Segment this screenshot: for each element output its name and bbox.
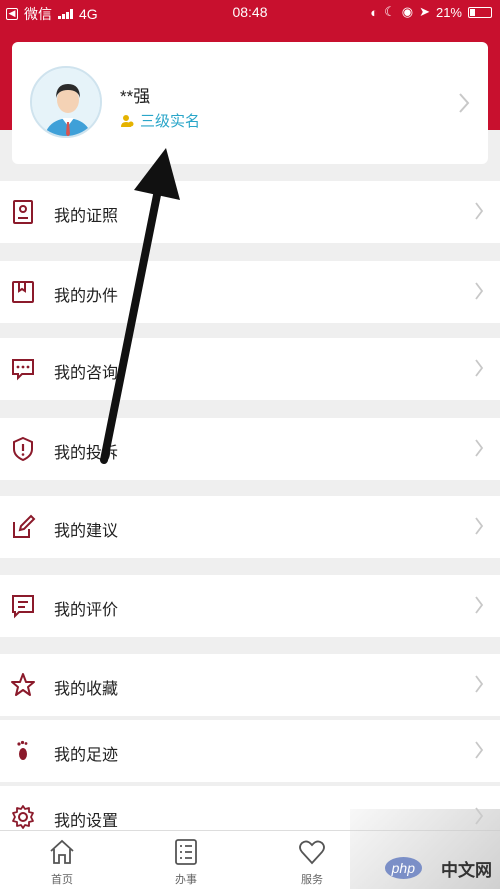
list-icon [175, 839, 197, 865]
menu-item-label: 我的足迹 [54, 747, 119, 764]
verify-level: 三级实名 [120, 110, 200, 131]
menu-item[interactable]: 我的投诉 [0, 418, 500, 480]
chevron-right-icon [475, 517, 484, 535]
tab-home-label: 首页 [51, 874, 73, 886]
avatar-person-icon [32, 68, 100, 136]
avatar[interactable] [30, 66, 102, 138]
menu-item-label: 我的投诉 [54, 445, 119, 462]
edit-icon [13, 514, 36, 538]
star-icon [11, 673, 35, 696]
chevron-right-icon [475, 202, 484, 220]
watermark-logo: php [384, 857, 422, 879]
tab-service[interactable]: 服务 [272, 837, 352, 887]
id-card-icon [13, 200, 33, 224]
menu-item-label: 我的证照 [54, 208, 119, 225]
comment-icon [12, 595, 34, 619]
battery-icon [468, 6, 492, 18]
user-verified-icon [121, 114, 134, 127]
menu-item-label: 我的收藏 [54, 681, 119, 698]
menu-item[interactable]: 我的办件 [0, 261, 500, 323]
chevron-right-icon [475, 741, 484, 759]
heart-icon [299, 840, 325, 865]
menu-item[interactable]: 我的证照 [0, 181, 500, 243]
verify-level-label: 三级实名 [140, 113, 201, 130]
menu-item[interactable]: 我的建议 [0, 496, 500, 558]
home-icon [50, 839, 74, 864]
profile-card[interactable]: **强 三级实名 [12, 42, 488, 164]
chevron-right-icon [475, 439, 484, 457]
tab-service-label: 服务 [301, 874, 323, 886]
menu-item-label: 我的办件 [54, 288, 119, 305]
lock-rotation-icon: ◐ [370, 4, 379, 20]
menu-item-label: 我的设置 [54, 813, 119, 830]
moon-icon: ☾ [384, 4, 396, 19]
tab-do-label: 办事 [175, 874, 197, 886]
bookmark-icon [12, 281, 34, 303]
menu-item-label: 我的咨询 [54, 365, 119, 382]
status-bar: ◀ 微信 4G 08:48 ◐ ☾ ◉ ➤ 21% [0, 0, 500, 26]
tab-services-do[interactable]: 办事 [146, 837, 226, 887]
menu-item[interactable]: 我的足迹 [0, 720, 500, 782]
gear-icon [12, 805, 34, 829]
menu-item-label: 我的建议 [54, 523, 119, 540]
watermark: php 中文网 [350, 809, 500, 889]
tab-home[interactable]: 首页 [22, 837, 102, 887]
chevron-right-icon [475, 596, 484, 614]
chat-bubble-icon [12, 359, 34, 381]
watermark-text: 中文网 [441, 861, 492, 880]
location-icon: ➤ [419, 4, 430, 19]
chevron-right-icon [459, 93, 470, 113]
shield-icon [13, 436, 33, 462]
battery-label: 21% [435, 4, 462, 20]
menu-item-label: 我的评价 [54, 602, 119, 619]
profile-name: **强 [120, 87, 151, 106]
menu-item[interactable]: 我的评价 [0, 575, 500, 637]
chevron-right-icon [475, 675, 484, 693]
footprint-icon [17, 740, 28, 760]
chevron-right-icon [475, 359, 484, 377]
menu-item[interactable]: 我的咨询 [0, 338, 500, 400]
chevron-right-icon [475, 282, 484, 300]
menu-item[interactable]: 我的收藏 [0, 654, 500, 716]
alarm-icon: ◉ [401, 4, 414, 19]
